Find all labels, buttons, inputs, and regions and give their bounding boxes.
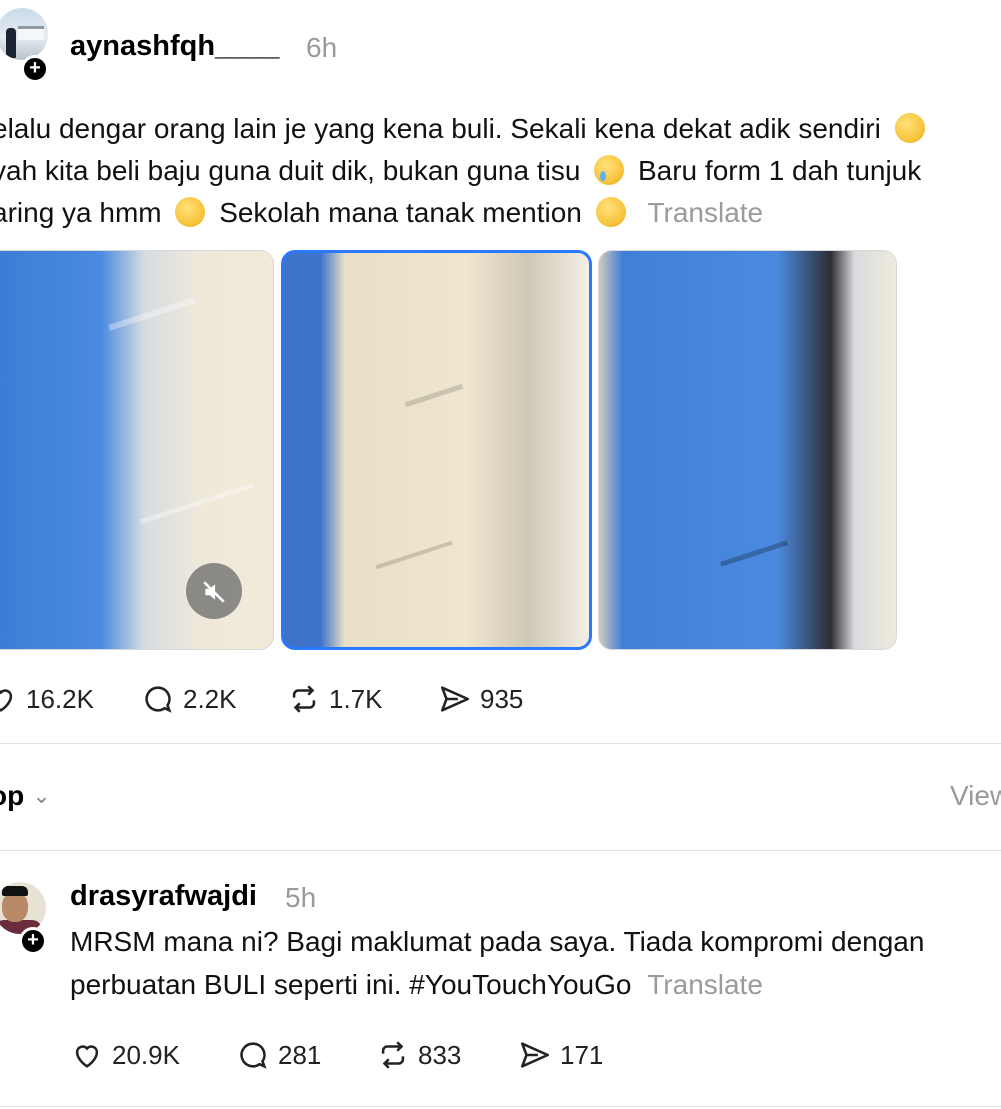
avatar[interactable]: [0, 8, 48, 60]
reply-text-line: perbuatan BULI seperti ini. #YouTouchYou…: [70, 969, 763, 1001]
reply-time: 5h: [285, 882, 317, 913]
fabric-tear-detail: [108, 297, 196, 331]
post-text: aring ya hmm: [0, 197, 162, 228]
relieved-face-emoji-icon: [175, 197, 206, 227]
reply-text: perbuatan BULI seperti ini. #YouTouchYou…: [70, 969, 632, 1000]
comment-button[interactable]: 281: [236, 1038, 321, 1072]
divider: [0, 850, 1001, 851]
divider: [0, 743, 1001, 744]
media-item-photo[interactable]: [598, 250, 897, 650]
heart-icon: [75, 1045, 99, 1068]
fabric-tear-detail: [404, 383, 464, 408]
comment-count: 2.2K: [183, 683, 237, 714]
heart-icon: [0, 689, 13, 712]
repost-icon: [381, 1041, 405, 1069]
share-button[interactable]: 171: [518, 1038, 603, 1072]
comment-count: 281: [278, 1039, 322, 1070]
repost-icon: [292, 685, 316, 713]
repost-count: 833: [418, 1039, 462, 1070]
post-time: 6h: [306, 32, 338, 63]
post-text: Sekolah mana tanak mention: [219, 197, 582, 228]
divider: [0, 1106, 1001, 1107]
follow-button[interactable]: +: [21, 55, 49, 83]
translate-link[interactable]: Translate: [647, 197, 763, 228]
post-text-line: yah kita beli baju guna duit dik, bukan …: [0, 155, 921, 187]
avatar-photo-face: [2, 892, 28, 922]
share-count: 935: [480, 683, 524, 714]
follow-button[interactable]: +: [19, 927, 47, 955]
post-username[interactable]: aynashfqh____: [70, 30, 280, 63]
repost-count: 1.7K: [329, 683, 383, 714]
crying-face-emoji-icon: [594, 155, 625, 185]
fabric-tear-detail: [375, 540, 453, 570]
avatar-photo-building: [18, 26, 44, 40]
mute-button[interactable]: [186, 563, 242, 619]
repost-button[interactable]: 833: [376, 1038, 461, 1072]
comment-button[interactable]: 2.2K: [141, 682, 237, 716]
reply-username[interactable]: drasyrafwajdi: [70, 880, 257, 913]
share-icon: [440, 686, 470, 712]
avatar-photo-person: [6, 28, 16, 58]
media-item-photo[interactable]: [281, 250, 592, 650]
speaker-muted-icon: [203, 580, 225, 603]
share-count: 171: [560, 1039, 604, 1070]
translate-link[interactable]: Translate: [647, 969, 763, 1000]
sort-label: op: [0, 780, 25, 811]
post-text: yah kita beli baju guna duit dik, bukan …: [0, 155, 581, 186]
comment-icon: [145, 686, 172, 713]
chevron-down-icon: ⌄: [32, 783, 51, 808]
fabric-tear-detail: [139, 482, 255, 525]
avatar[interactable]: [0, 882, 46, 934]
reply-text-line: MRSM mana ni? Bagi maklumat pada saya. T…: [70, 926, 924, 958]
post-text: elalu dengar orang lain je yang kena bul…: [0, 113, 881, 144]
like-count: 16.2K: [26, 683, 94, 714]
avatar-photo-cap: [2, 886, 28, 896]
repost-button[interactable]: 1.7K: [287, 682, 383, 716]
like-button[interactable]: 20.9K: [70, 1038, 180, 1072]
view-activity-link[interactable]: View: [950, 780, 1001, 812]
laughing-face-emoji-icon: [595, 197, 626, 227]
like-count: 20.9K: [112, 1039, 180, 1070]
reply-text: MRSM mana ni? Bagi maklumat pada saya. T…: [70, 926, 925, 957]
fabric-tear-detail: [719, 540, 789, 567]
post-text-line: elalu dengar orang lain je yang kena bul…: [0, 113, 931, 145]
comment-icon: [240, 1042, 267, 1069]
share-button[interactable]: 935: [438, 682, 523, 716]
sort-dropdown[interactable]: op ⌄: [0, 780, 51, 812]
share-icon: [520, 1042, 550, 1068]
like-button[interactable]: 16.2K: [0, 682, 94, 716]
relieved-face-emoji-icon: [894, 113, 925, 143]
post-text: Baru form 1 dah tunjuk: [637, 155, 922, 186]
post-text-line: aring ya hmm Sekolah mana tanak mention …: [0, 197, 763, 229]
